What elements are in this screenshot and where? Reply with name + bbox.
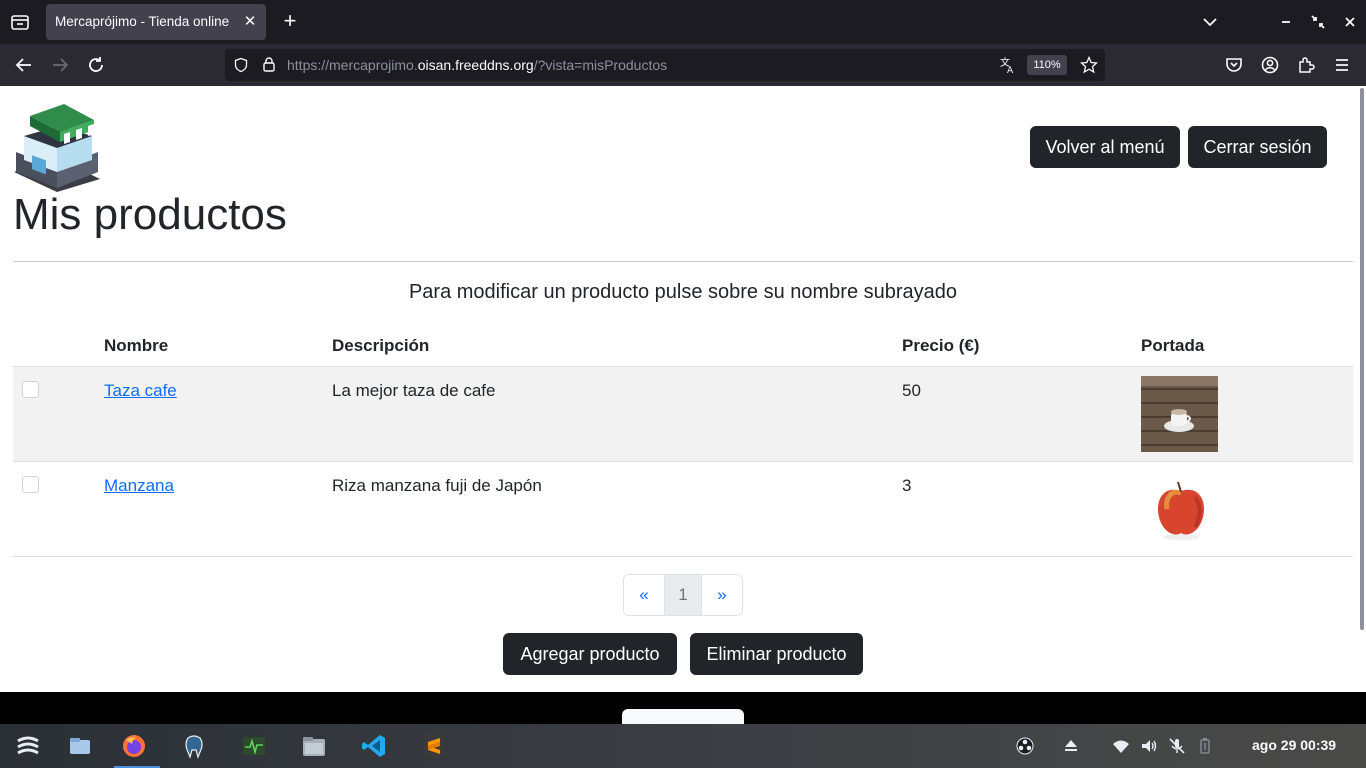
shield-icon[interactable] (233, 57, 249, 73)
table-row: Manzana Riza manzana fuji de Japón 3 (13, 461, 1353, 557)
workspace-icon[interactable] (66, 732, 94, 760)
file-manager-icon[interactable] (300, 732, 328, 760)
scrollbar-thumb[interactable] (1360, 88, 1364, 630)
zoom-level-badge[interactable]: 110% (1027, 55, 1067, 75)
microphone-muted-icon[interactable] (1168, 737, 1186, 755)
product-description: Riza manzana fuji de Japón (332, 475, 542, 495)
pagination-next[interactable]: » (702, 575, 742, 615)
product-name-link[interactable]: Taza cafe (104, 381, 177, 400)
table-header-row: Nombre Descripción Precio (€) Portada (13, 326, 1353, 367)
page-footer (0, 692, 1366, 729)
table-row: Taza cafe La mejor taza de cafe 50 (13, 366, 1353, 462)
launcher-icon[interactable] (14, 732, 42, 760)
browser-tabbar: Mercaprójimo - Tienda online ✕ + (0, 0, 1366, 44)
logout-button[interactable]: Cerrar sesión (1188, 126, 1327, 168)
products-table: Nombre Descripción Precio (€) Portada Ta… (13, 326, 1353, 557)
new-tab-icon[interactable]: + (278, 10, 302, 34)
column-header-select (13, 326, 104, 367)
url-prefix: https://mercaprojimo. (287, 57, 418, 73)
browser-navbar: https://mercaprojimo.oisan.freeddns.org/… (0, 44, 1366, 86)
forward-icon[interactable] (48, 53, 72, 77)
back-to-menu-button[interactable]: Volver al menú (1030, 126, 1180, 168)
page-title: Mis productos (13, 190, 287, 239)
system-monitor-icon[interactable] (240, 732, 268, 760)
restore-icon[interactable] (1306, 10, 1330, 34)
add-product-button[interactable]: Agregar producto (503, 633, 677, 675)
volume-icon[interactable] (1140, 737, 1158, 755)
column-header-description: Descripción (332, 326, 902, 367)
account-icon[interactable] (1258, 53, 1282, 77)
tab-title: Mercaprójimo - Tienda online (55, 14, 230, 29)
tab-list-icon[interactable] (8, 10, 32, 34)
product-price: 50 (902, 380, 921, 400)
pagination-current-page[interactable]: 1 (664, 575, 702, 615)
extensions-icon[interactable] (1294, 53, 1318, 77)
vscode-icon[interactable] (360, 732, 388, 760)
close-tab-icon[interactable]: ✕ (240, 12, 260, 32)
postgresql-icon[interactable] (180, 732, 208, 760)
reload-icon[interactable] (84, 53, 108, 77)
delete-product-button[interactable]: Eliminar producto (690, 633, 863, 675)
close-window-icon[interactable] (1338, 10, 1362, 34)
store-logo (14, 104, 100, 192)
battery-icon[interactable] (1196, 737, 1214, 755)
firefox-icon[interactable] (120, 732, 148, 760)
browser-tab[interactable]: Mercaprójimo - Tienda online ✕ (46, 4, 266, 40)
product-description: La mejor taza de cafe (332, 380, 496, 400)
os-taskbar: ago 29 00:39 (0, 724, 1366, 768)
tab-overflow-chevron-icon[interactable] (1198, 10, 1222, 34)
page-content: Volver al menú Cerrar sesión Mis product… (0, 86, 1358, 692)
translate-icon[interactable]: 文 A (999, 56, 1017, 74)
url-text[interactable]: https://mercaprojimo.oisan.freeddns.org/… (287, 57, 667, 73)
url-bar[interactable]: https://mercaprojimo.oisan.freeddns.org/… (225, 49, 1105, 81)
clock[interactable]: ago 29 00:39 (1252, 737, 1336, 753)
lock-icon[interactable] (261, 56, 277, 73)
obs-icon[interactable] (1016, 737, 1034, 755)
eject-icon[interactable] (1062, 737, 1080, 755)
column-header-cover: Portada (1141, 326, 1353, 367)
pagination: « 1 » (623, 574, 743, 616)
coffee-cup-image (1141, 375, 1218, 452)
edit-hint-text: Para modificar un producto pulse sobre s… (408, 281, 958, 303)
url-domain: oisan.freeddns.org (417, 57, 534, 73)
minimize-icon[interactable] (1274, 10, 1298, 34)
page-scrollbar[interactable] (1358, 86, 1366, 692)
divider (13, 261, 1353, 262)
bookmark-star-icon[interactable] (1080, 56, 1098, 74)
url-suffix: /?vista=misProductos (533, 57, 668, 73)
column-header-name: Nombre (104, 326, 332, 367)
product-name-link[interactable]: Manzana (104, 476, 174, 495)
pagination-prev[interactable]: « (624, 575, 664, 615)
pocket-icon[interactable] (1222, 53, 1246, 77)
svg-text:A: A (1007, 66, 1014, 74)
sublime-text-icon[interactable] (420, 732, 448, 760)
back-icon[interactable] (12, 53, 36, 77)
product-price: 3 (902, 475, 912, 495)
apple-image (1141, 470, 1218, 547)
row-checkbox[interactable] (22, 380, 39, 398)
wifi-icon[interactable] (1112, 737, 1130, 755)
menu-hamburger-icon[interactable] (1330, 53, 1354, 77)
row-checkbox[interactable] (22, 475, 39, 493)
column-header-price: Precio (€) (902, 326, 1141, 367)
